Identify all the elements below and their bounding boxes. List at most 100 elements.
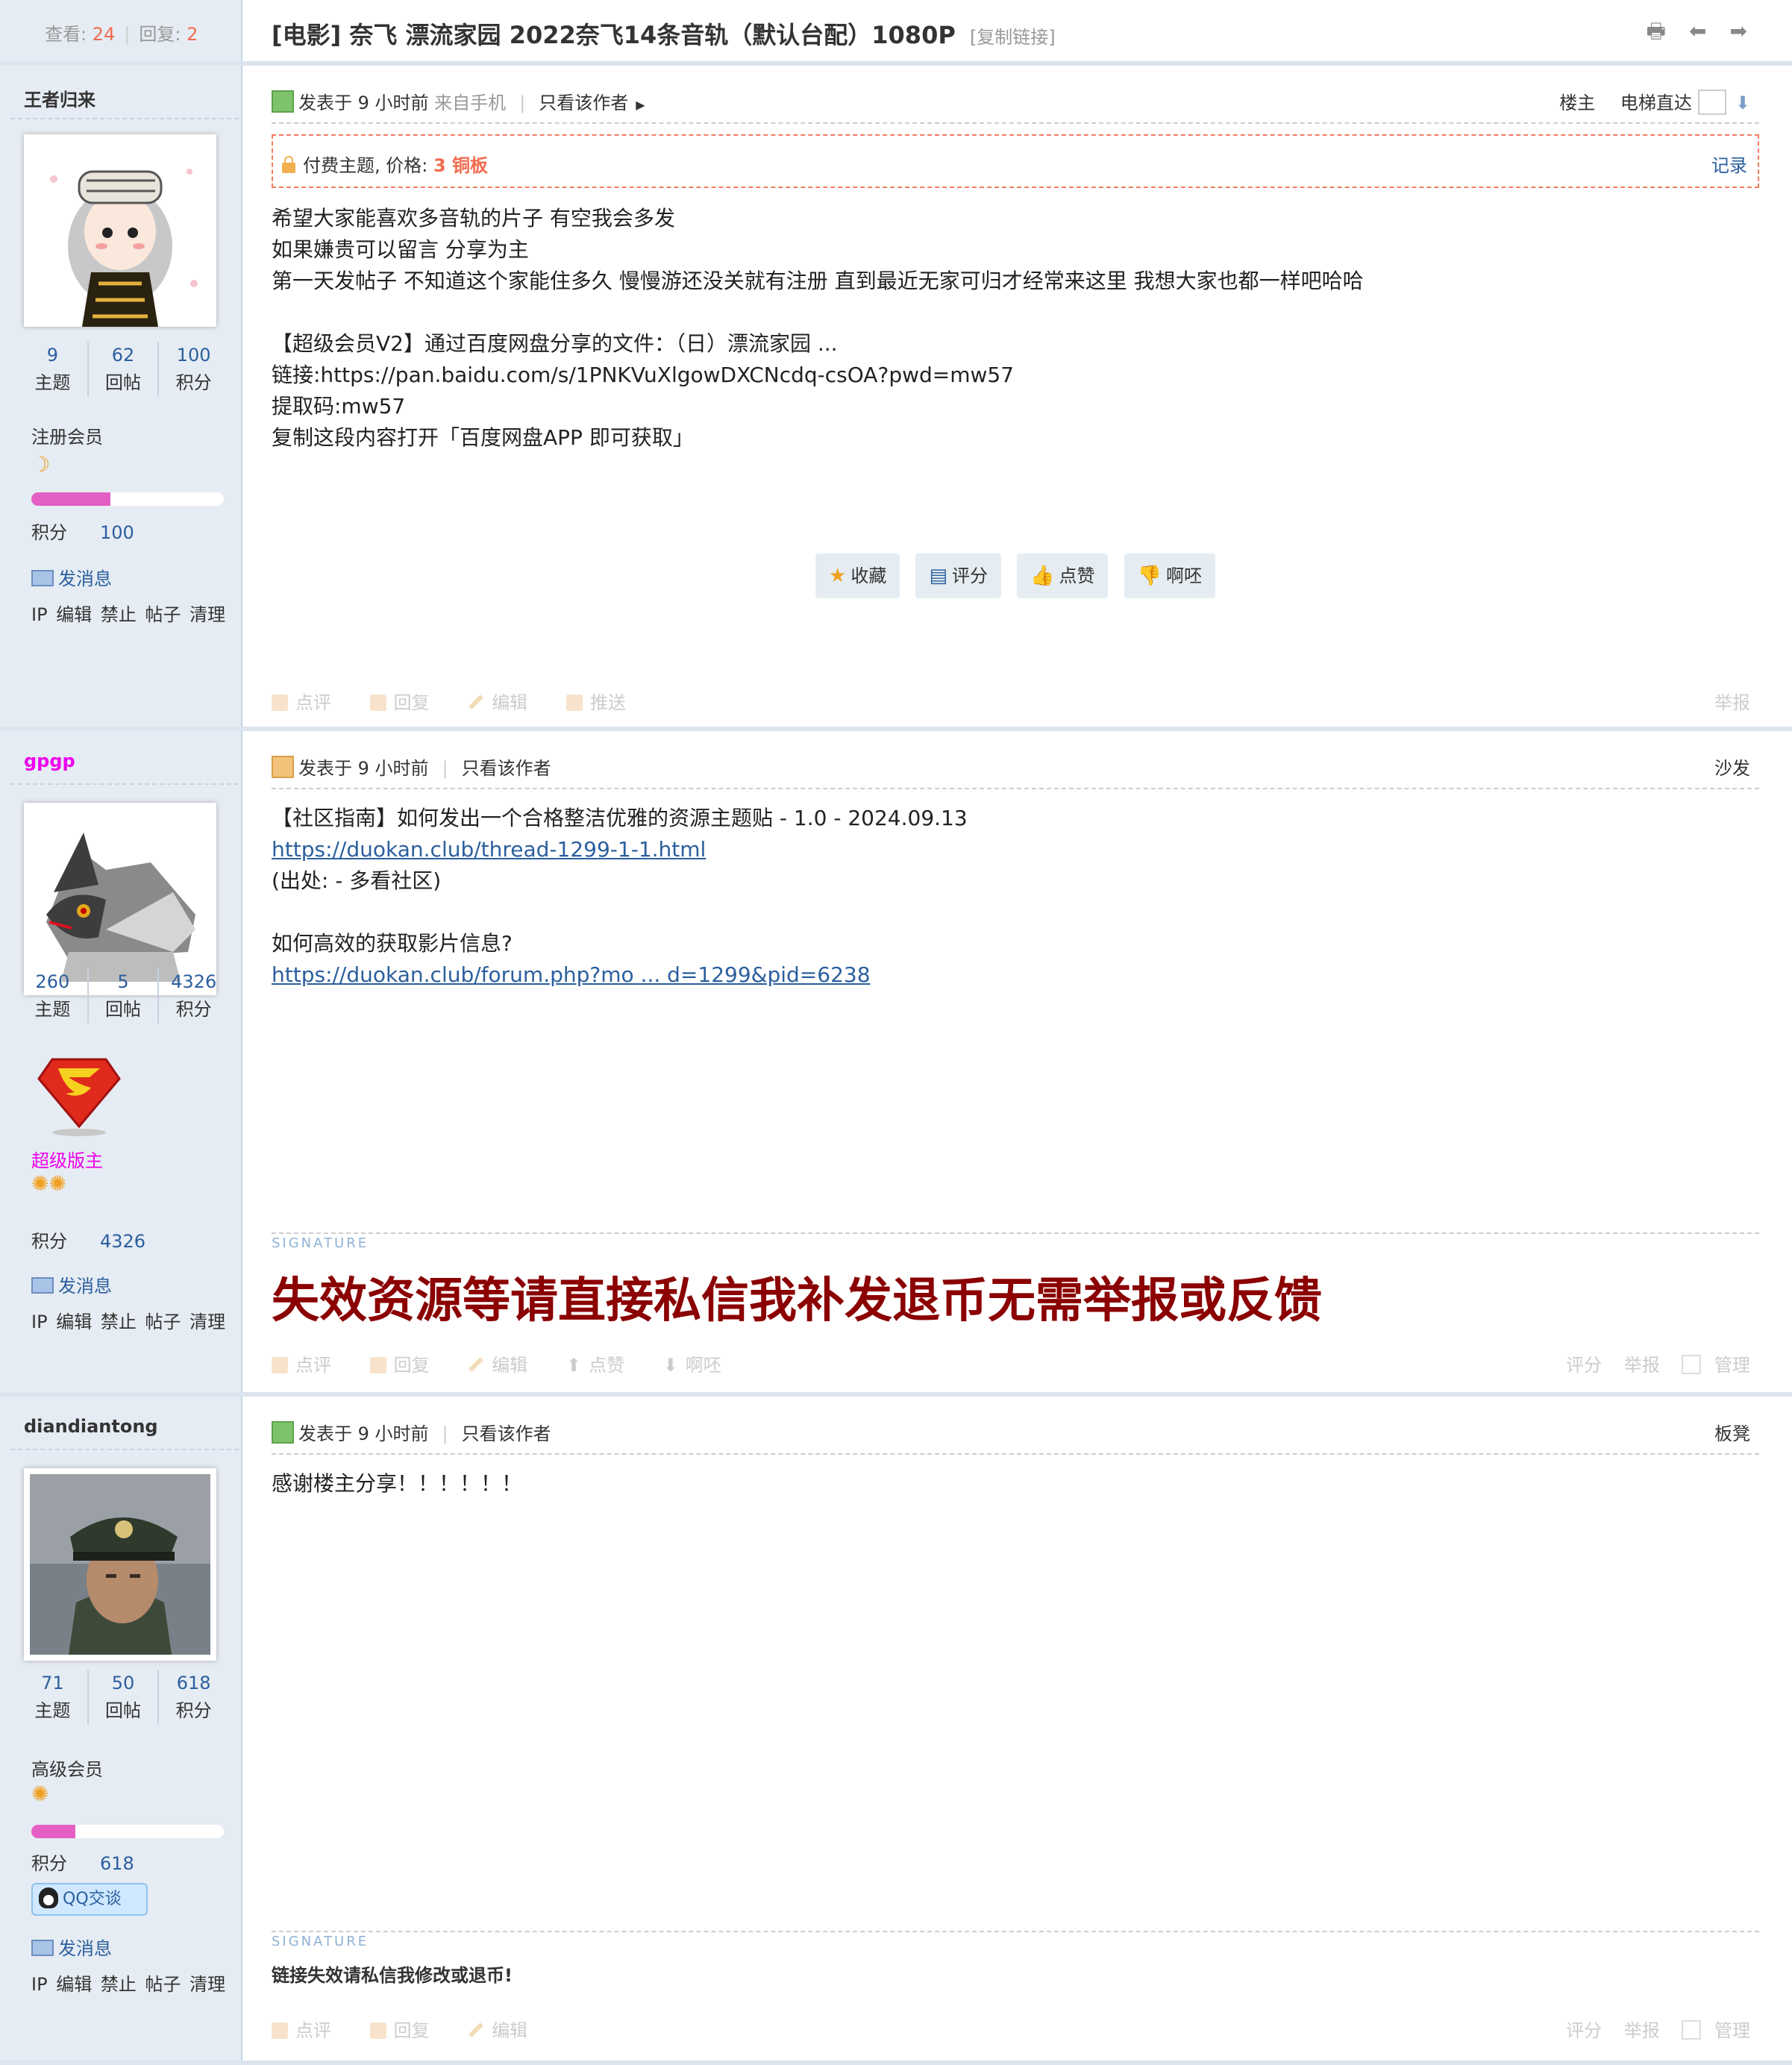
next-thread-icon[interactable]: ➡ (1730, 21, 1747, 42)
admin-posts-link[interactable]: 帖子 (145, 1312, 181, 1332)
dislike-link[interactable]: ⬇ 啊呸 (663, 1355, 738, 1376)
comment-link[interactable]: 点评 (272, 1355, 348, 1376)
comment-icon (272, 1357, 288, 1373)
post-body: 发表于 9 小时前 | 只看该作者 板凳 感谢楼主分享！！！！！！ SIGNATUR… (272, 1397, 1759, 2061)
content-link[interactable]: https://duokan.club/forum.php?mo ... d=1… (272, 959, 1759, 991)
print-icon[interactable]: 🖶 (1646, 21, 1665, 42)
purchase-record-link[interactable]: 记录 (1711, 151, 1747, 177)
paid-price: 3 铜板 (433, 155, 489, 176)
admin-ip-link[interactable]: IP (31, 1312, 48, 1332)
stat-topics[interactable]: 260 主题 (18, 968, 87, 1024)
content-line: 复制这段内容打开「百度网盘APP 即可获取」 (272, 425, 694, 450)
signature-label: SIGNATURE (272, 1235, 369, 1251)
content-line: (出处: - 多看社区) (272, 868, 442, 893)
elevator-label: 电梯直达 (1620, 93, 1692, 113)
copy-link-button[interactable]: [复制链接] (970, 27, 1056, 48)
stat-points[interactable]: 100 积分 (157, 342, 228, 397)
send-message-link[interactable]: 发消息 (31, 564, 112, 590)
admin-edit-link[interactable]: 编辑 (56, 1974, 92, 1995)
rate-link[interactable]: 评分 (1566, 2020, 1602, 2041)
reply-icon (369, 1357, 386, 1373)
report-link[interactable]: 举报 (1624, 1355, 1660, 1376)
admin-ban-link[interactable]: 禁止 (101, 604, 137, 625)
rate-button[interactable]: ▤ 评分 (915, 554, 1002, 598)
reply-link[interactable]: 回复 (369, 692, 446, 713)
stat-points[interactable]: 4326 积分 (157, 968, 228, 1024)
push-link[interactable]: 推送 (566, 692, 642, 713)
stats-separator: | (124, 24, 131, 45)
elevator-input[interactable] (1697, 90, 1726, 115)
avatar[interactable] (24, 803, 216, 995)
author-name[interactable]: 王者归来 (24, 85, 95, 111)
avatar[interactable] (24, 1468, 216, 1661)
arrow-down-icon[interactable]: ⬇ (1735, 93, 1750, 113)
admin-clean-link[interactable]: 清理 (189, 1312, 225, 1332)
admin-ip-link[interactable]: IP (31, 1974, 48, 1995)
send-message-link[interactable]: 发消息 (31, 1271, 112, 1297)
thread-stats-panel: 查看: 24 | 回复: 2 (0, 0, 242, 61)
favorite-button[interactable]: ★ 收藏 (815, 554, 900, 598)
admin-links: IP 编辑 禁止 帖子 清理 (31, 1970, 225, 1996)
points-row: 积分 618 (31, 1853, 134, 1874)
content-line: 希望大家能喜欢多音轨的片子 有空我会多发 (272, 206, 675, 231)
admin-posts-link[interactable]: 帖子 (145, 604, 181, 625)
edit-link[interactable]: 编辑 (468, 1355, 544, 1376)
admin-posts-link[interactable]: 帖子 (145, 1974, 181, 1995)
user-group[interactable]: 超级版主 (31, 1146, 103, 1172)
admin-edit-link[interactable]: 编辑 (56, 604, 92, 625)
report-link[interactable]: 举报 (1624, 2020, 1660, 2041)
author-online-icon (272, 756, 294, 778)
admin-ip-link[interactable]: IP (31, 604, 48, 625)
content-line[interactable]: 链接:https://pan.baidu.com/s/1PNKVuXlgowDX… (272, 360, 1759, 391)
pencil-icon (469, 695, 484, 709)
like-button[interactable]: 👍 点赞 (1017, 554, 1109, 598)
send-message-link[interactable]: 发消息 (31, 1934, 112, 1960)
avatar[interactable] (24, 134, 216, 327)
envelope-icon (31, 570, 54, 586)
content-line: 【超级会员V2】通过百度网盘分享的文件：（日）漂流家园 ... (272, 331, 838, 356)
author-name[interactable]: diandiantong (24, 1416, 158, 1437)
stat-replies[interactable]: 5 回帖 (87, 968, 158, 1024)
stat-topics[interactable]: 9 主题 (18, 342, 87, 397)
manage-checkbox[interactable] (1682, 2020, 1702, 2040)
admin-clean-link[interactable]: 清理 (189, 1974, 225, 1995)
stat-replies[interactable]: 50 回帖 (87, 1670, 158, 1725)
post-header: 发表于 9 小时前 | 只看该作者 沙发 (272, 731, 1759, 789)
edit-link[interactable]: 编辑 (468, 692, 544, 713)
author-name[interactable]: gpgp (24, 751, 75, 771)
report-link[interactable]: 举报 (1714, 692, 1750, 713)
only-author-link[interactable]: 只看该作者 (539, 93, 628, 113)
only-author-link[interactable]: 只看该作者 (462, 758, 551, 779)
comment-link[interactable]: 点评 (272, 2020, 348, 2041)
reply-link[interactable]: 回复 (369, 1355, 446, 1376)
manage-checkbox[interactable] (1682, 1355, 1702, 1374)
rate-link[interactable]: 评分 (1566, 1355, 1602, 1376)
edit-link[interactable]: 编辑 (468, 2020, 544, 2041)
paid-label: 付费主题, 价格: (303, 155, 428, 176)
user-group[interactable]: 高级会员 (31, 1755, 103, 1781)
qq-chat-button[interactable]: QQ交谈 (31, 1883, 148, 1916)
post-2: gpgp 260 主题 5 回帖 4326 积分 超级版主 ✺✺ 积分 4326… (0, 731, 1792, 1397)
dislike-button[interactable]: 👎 啊呸 (1124, 554, 1215, 598)
manage-link[interactable]: 管理 (1714, 2020, 1750, 2041)
stat-points[interactable]: 618 积分 (157, 1670, 228, 1725)
post-1: 王者归来 9 主题 62 回帖 100 积分 注册会员 ☽ 积分 100 发消息… (0, 66, 1792, 731)
stat-topics[interactable]: 71 主题 (18, 1670, 87, 1725)
stat-replies[interactable]: 62 回帖 (87, 342, 158, 397)
like-link[interactable]: ⬆ 点赞 (566, 1355, 641, 1376)
caret-right-icon[interactable]: ▶ (636, 98, 645, 112)
lock-icon (282, 156, 295, 173)
admin-ban-link[interactable]: 禁止 (101, 1312, 137, 1332)
admin-edit-link[interactable]: 编辑 (56, 1312, 92, 1332)
admin-clean-link[interactable]: 清理 (189, 604, 225, 625)
user-group[interactable]: 注册会员 (31, 422, 103, 448)
content-link[interactable]: https://duokan.club/thread-1299-1-1.html (272, 834, 1759, 865)
comment-link[interactable]: 点评 (272, 692, 348, 713)
reply-link[interactable]: 回复 (369, 2020, 446, 2041)
admin-ban-link[interactable]: 禁止 (101, 1974, 137, 1995)
post-header: 发表于 9 小时前 | 只看该作者 板凳 (272, 1397, 1759, 1455)
only-author-link[interactable]: 只看该作者 (462, 1423, 551, 1444)
points-value: 618 (100, 1853, 134, 1874)
prev-thread-icon[interactable]: ⬅ (1689, 21, 1706, 42)
manage-link[interactable]: 管理 (1714, 1355, 1750, 1376)
